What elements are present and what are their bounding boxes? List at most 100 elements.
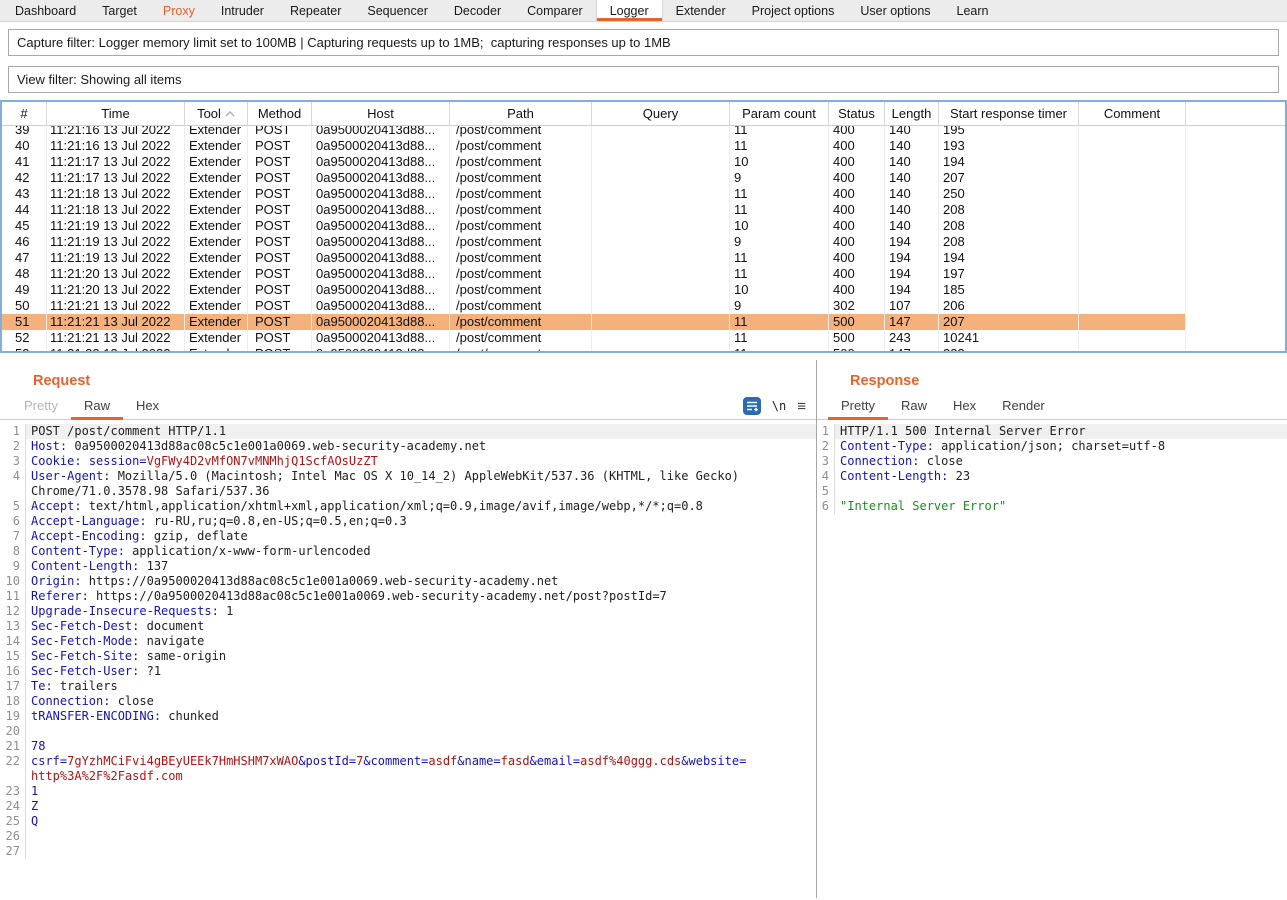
tab-extender[interactable]: Extender xyxy=(663,0,739,21)
table-row[interactable]: 5011:21:21 13 Jul 2022ExtenderPOST0a9500… xyxy=(2,298,1285,314)
table-row[interactable]: 4111:21:17 13 Jul 2022ExtenderPOST0a9500… xyxy=(2,154,1285,170)
response-tab-render[interactable]: Render xyxy=(989,394,1058,419)
cell-id: 39 xyxy=(2,126,47,138)
table-row[interactable]: 3911:21:16 13 Jul 2022ExtenderPOST0a9500… xyxy=(2,126,1285,138)
column-header-time[interactable]: Time xyxy=(47,102,185,125)
column-header-comment[interactable]: Comment xyxy=(1079,102,1186,125)
line-number: 27 xyxy=(0,844,26,859)
column-header-param-count[interactable]: Param count xyxy=(730,102,829,125)
table-row[interactable]: 4911:21:20 13 Jul 2022ExtenderPOST0a9500… xyxy=(2,282,1285,298)
cell-query xyxy=(592,266,730,282)
editor-menu-icon[interactable]: ≡ xyxy=(797,398,806,415)
tab-project-options[interactable]: Project options xyxy=(739,0,848,21)
code-line: 18Connection: close xyxy=(0,694,816,709)
table-body[interactable]: 3911:21:16 13 Jul 2022ExtenderPOST0a9500… xyxy=(2,126,1285,351)
cell-timer: 206 xyxy=(939,298,1079,314)
table-row[interactable]: 4211:21:17 13 Jul 2022ExtenderPOST0a9500… xyxy=(2,170,1285,186)
cell-query xyxy=(592,218,730,234)
cell-path: /post/comment xyxy=(450,298,592,314)
response-tab-pretty[interactable]: Pretty xyxy=(828,394,888,419)
cell-tool: Extender xyxy=(185,234,248,250)
table-row[interactable]: 4011:21:16 13 Jul 2022ExtenderPOST0a9500… xyxy=(2,138,1285,154)
cell-timer: 208 xyxy=(939,218,1079,234)
soft-wrap-icon[interactable] xyxy=(743,397,761,415)
tab-decoder[interactable]: Decoder xyxy=(441,0,514,21)
cell-timer: 194 xyxy=(939,250,1079,266)
line-number: 18 xyxy=(0,694,26,709)
cell-method: POST xyxy=(248,126,312,138)
column-header-start-response-timer[interactable]: Start response timer xyxy=(939,102,1079,125)
cell-timer: 193 xyxy=(939,138,1079,154)
column-header-query[interactable]: Query xyxy=(592,102,730,125)
response-tab-hex[interactable]: Hex xyxy=(940,394,989,419)
tab-repeater[interactable]: Repeater xyxy=(277,0,354,21)
cell-timer: 10241 xyxy=(939,330,1079,346)
cell-id: 53 xyxy=(2,346,47,351)
tab-comparer[interactable]: Comparer xyxy=(514,0,596,21)
code-line: 27 xyxy=(0,844,816,859)
column-header-number[interactable]: # xyxy=(2,102,47,125)
line-number: 4 xyxy=(817,469,835,484)
table-row[interactable]: 5111:21:21 13 Jul 2022ExtenderPOST0a9500… xyxy=(2,314,1285,330)
view-filter-bar[interactable]: View filter: Showing all items xyxy=(8,66,1279,93)
request-editor[interactable]: 1POST /post/comment HTTP/1.12Host: 0a950… xyxy=(0,420,816,859)
cell-id: 50 xyxy=(2,298,47,314)
cell-status: 400 xyxy=(829,282,885,298)
request-tab-hex[interactable]: Hex xyxy=(123,394,172,419)
capture-filter-bar[interactable]: Capture filter: Logger memory limit set … xyxy=(8,29,1279,56)
request-tab-pretty[interactable]: Pretty xyxy=(11,394,71,419)
column-header-method[interactable]: Method xyxy=(248,102,312,125)
response-tab-raw[interactable]: Raw xyxy=(888,394,940,419)
table-row[interactable]: 4511:21:19 13 Jul 2022ExtenderPOST0a9500… xyxy=(2,218,1285,234)
column-header-tool[interactable]: Tool xyxy=(185,102,248,125)
tab-sequencer[interactable]: Sequencer xyxy=(354,0,440,21)
column-header-host[interactable]: Host xyxy=(312,102,450,125)
cell-status: 302 xyxy=(829,298,885,314)
cell-time: 11:21:21 13 Jul 2022 xyxy=(47,330,185,346)
cell-path: /post/comment xyxy=(450,234,592,250)
tab-target[interactable]: Target xyxy=(89,0,150,21)
column-header-length[interactable]: Length xyxy=(885,102,939,125)
cell-param_count: 11 xyxy=(730,346,829,351)
line-number: 17 xyxy=(0,679,26,694)
table-row[interactable]: 4811:21:20 13 Jul 2022ExtenderPOST0a9500… xyxy=(2,266,1285,282)
column-header-filler xyxy=(1186,102,1285,125)
nonprinting-chars-icon[interactable]: \n xyxy=(772,399,786,413)
column-header-status[interactable]: Status xyxy=(829,102,885,125)
code-line: 4Content-Length: 23 xyxy=(817,469,1287,484)
code-line: 17Te: trailers xyxy=(0,679,816,694)
tab-proxy[interactable]: Proxy xyxy=(150,0,208,21)
table-row[interactable]: 4611:21:19 13 Jul 2022ExtenderPOST0a9500… xyxy=(2,234,1285,250)
cell-query xyxy=(592,330,730,346)
line-number: 6 xyxy=(0,514,26,529)
line-number: 24 xyxy=(0,799,26,814)
request-tab-raw[interactable]: Raw xyxy=(71,394,123,419)
table-row[interactable]: 4311:21:18 13 Jul 2022ExtenderPOST0a9500… xyxy=(2,186,1285,202)
tab-intruder[interactable]: Intruder xyxy=(208,0,277,21)
tab-learn[interactable]: Learn xyxy=(944,0,1002,21)
cell-filler xyxy=(1186,170,1285,186)
cell-length: 107 xyxy=(885,298,939,314)
cell-tool: Extender xyxy=(185,298,248,314)
response-editor[interactable]: 1HTTP/1.1 500 Internal Server Error2Cont… xyxy=(817,420,1287,514)
code-line: 12Upgrade-Insecure-Requests: 1 xyxy=(0,604,816,619)
cell-filler xyxy=(1186,154,1285,170)
table-row[interactable]: 5211:21:21 13 Jul 2022ExtenderPOST0a9500… xyxy=(2,330,1285,346)
tab-dashboard[interactable]: Dashboard xyxy=(2,0,89,21)
cell-id: 42 xyxy=(2,170,47,186)
cell-time: 11:21:21 13 Jul 2022 xyxy=(47,298,185,314)
code-line: 3Cookie: session=VgFWy4D2vMfON7vMNMhjQ1S… xyxy=(0,454,816,469)
cell-length: 140 xyxy=(885,126,939,138)
code-line: 231 xyxy=(0,784,816,799)
cell-id: 48 xyxy=(2,266,47,282)
cell-comment xyxy=(1079,202,1186,218)
cell-id: 41 xyxy=(2,154,47,170)
tab-user-options[interactable]: User options xyxy=(847,0,943,21)
cell-time: 11:21:17 13 Jul 2022 xyxy=(47,170,185,186)
cell-time: 11:21:18 13 Jul 2022 xyxy=(47,202,185,218)
table-row[interactable]: 4711:21:19 13 Jul 2022ExtenderPOST0a9500… xyxy=(2,250,1285,266)
table-row[interactable]: 4411:21:18 13 Jul 2022ExtenderPOST0a9500… xyxy=(2,202,1285,218)
column-header-path[interactable]: Path xyxy=(450,102,592,125)
tab-logger[interactable]: Logger xyxy=(596,0,663,21)
table-row[interactable]: 5311:21:22 13 Jul 2022ExtenderPOST0a9500… xyxy=(2,346,1285,351)
